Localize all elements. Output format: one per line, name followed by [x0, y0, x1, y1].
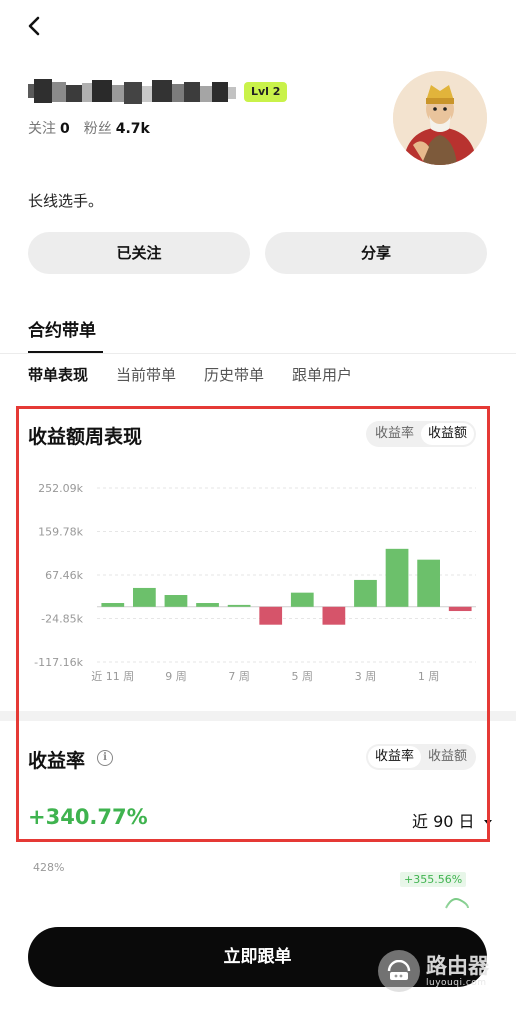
return-rate-value: +340.77% [28, 805, 148, 829]
following-button[interactable]: 已关注 [28, 232, 250, 274]
toggle-return-rate[interactable]: 收益率 [368, 423, 421, 445]
follow-stats: 关注 0 粉丝 4.7k [28, 118, 164, 138]
card-separator [0, 711, 516, 721]
return-metric-toggle: 收益率 收益额 [366, 744, 477, 770]
weekly-chart-title: 收益额周表现 [28, 426, 143, 448]
x-tick-label: 1 周 [418, 670, 440, 683]
toggle-return-rate[interactable]: 收益率 [368, 746, 422, 768]
bar-本周[interactable] [448, 606, 472, 612]
mini-chart-y-label: 428% [33, 861, 65, 874]
tab-copy-users[interactable]: 跟单用户 [292, 364, 352, 385]
y-tick-label: 252.09k [38, 482, 83, 495]
divider [0, 353, 516, 354]
bar-4 周[interactable] [322, 606, 346, 625]
subtab-bar: 带单表现 当前带单 历史带单 跟单用户 [28, 364, 352, 385]
x-tick-label: 5 周 [292, 670, 314, 683]
watermark-url: luyouqi.com [426, 978, 487, 988]
username-pixelated [28, 76, 236, 106]
x-tick-label: 近 11 周 [91, 670, 134, 683]
avatar[interactable] [393, 71, 487, 165]
range-dropdown[interactable]: 近 90 日 [412, 808, 493, 832]
range-label: 近 90 日 [412, 812, 475, 831]
watermark-title: 路由器 [426, 954, 489, 978]
y-tick-label: 159.78k [38, 526, 83, 539]
bar-3 周[interactable] [354, 579, 377, 607]
weekly-bar-chart: 252.09k 159.78k 67.46k -24.85k -117.16k 近 11 … [34, 482, 476, 683]
chevron-left-icon[interactable] [22, 14, 46, 38]
following-count: 0 [60, 121, 70, 137]
router-logo-icon [378, 950, 420, 992]
bar-5 周[interactable] [290, 592, 314, 607]
bar-1 周[interactable] [417, 559, 440, 607]
x-tick-label: 3 周 [355, 670, 377, 683]
tab-trade-history[interactable]: 历史带单 [204, 364, 264, 385]
y-tick-label: 67.46k [45, 569, 83, 582]
section-title[interactable]: 合约带单 [28, 316, 96, 341]
bar-2 周[interactable] [385, 548, 409, 607]
followers-label: 粉丝 [83, 121, 112, 137]
followers-count: 4.7k [115, 121, 150, 137]
following-label: 关注 [28, 121, 56, 137]
x-tick-label: 7 周 [228, 670, 250, 683]
bar-10 周[interactable] [133, 587, 156, 607]
level-badge: Lvl 2 [244, 82, 288, 102]
tab-performance[interactable]: 带单表现 [28, 364, 88, 385]
return-rate-title: 收益率 [28, 750, 86, 772]
bar-8 周[interactable] [196, 603, 219, 607]
caret-down-icon [483, 819, 492, 825]
bar-6 周[interactable] [259, 606, 283, 625]
x-tick-label: 9 周 [165, 670, 187, 683]
watermark: 路由器 luyouqi.com [378, 948, 508, 994]
info-icon[interactable]: i [97, 750, 113, 766]
bar-近 11 周[interactable] [101, 603, 125, 607]
share-button[interactable]: 分享 [265, 232, 487, 274]
y-tick-label: -24.85k [41, 613, 83, 626]
bar-9 周[interactable] [164, 595, 188, 607]
bar-7 周[interactable] [227, 604, 251, 607]
bio-text: 长线选手。 [28, 192, 104, 210]
toggle-return-amount[interactable]: 收益额 [421, 746, 474, 768]
toggle-return-amount[interactable]: 收益额 [421, 423, 475, 445]
y-tick-label: -117.16k [34, 656, 83, 669]
weekly-metric-toggle: 收益率 收益额 [366, 421, 477, 447]
tab-current-trades[interactable]: 当前带单 [116, 364, 176, 385]
